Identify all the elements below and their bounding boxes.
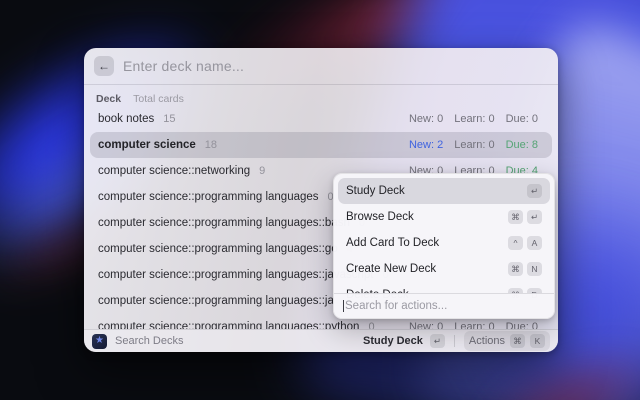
footer-primary-action[interactable]: Study Deck: [363, 335, 423, 347]
deck-total-cards: 0: [368, 321, 374, 329]
return-key-hint: ↵: [430, 334, 445, 348]
key-hint: ⌘: [508, 262, 523, 276]
anki-app-icon: ★: [92, 334, 107, 349]
actions-button[interactable]: Actions ⌘ K: [464, 331, 550, 351]
action-menu-item[interactable]: Add Card To Deck^A: [338, 230, 550, 256]
action-label: Browse Deck: [346, 211, 414, 223]
deck-name: computer science::programming languages:…: [98, 217, 350, 229]
action-search-bar[interactable]: Search for actions...: [334, 293, 554, 318]
deck-total-cards: 18: [205, 139, 217, 151]
stat-learn: Learn: 0: [454, 321, 494, 329]
stat-due: Due: 0: [506, 113, 538, 125]
shortcut-keys: ⌘↵: [508, 210, 542, 224]
deck-name: computer science::programming languages:…: [98, 243, 338, 255]
deck-name: computer science: [98, 139, 196, 151]
deck-name: computer science::networking: [98, 165, 250, 177]
stat-learn: Learn: 0: [454, 139, 494, 151]
key-hint: ↵: [527, 210, 542, 224]
column-header-total-cards: Total cards: [133, 93, 184, 105]
k-key-hint: K: [530, 334, 545, 348]
key-hint: N: [527, 262, 542, 276]
stat-new: New: 0: [409, 321, 443, 329]
stat-learn: Learn: 0: [454, 113, 494, 125]
key-hint: ^: [508, 236, 523, 250]
action-menu-item[interactable]: Create New Deck⌘N: [338, 256, 550, 282]
deck-name: computer science::programming languages:…: [98, 321, 359, 329]
footer-command-name: Search Decks: [115, 335, 183, 347]
stat-due: Due: 0: [506, 321, 538, 329]
key-hint: ↵: [527, 184, 542, 198]
deck-total-cards: 9: [259, 165, 265, 177]
text-cursor: [343, 300, 344, 312]
deck-stats: New: 0 Learn: 0 Due: 0: [409, 321, 538, 329]
column-header-deck: Deck: [96, 93, 121, 105]
cmd-key-hint: ⌘: [510, 334, 525, 348]
shortcut-keys: ⌘N: [508, 262, 542, 276]
action-menu-list: Study Deck↵Browse Deck⌘↵Add Card To Deck…: [338, 178, 550, 293]
action-label: Study Deck: [346, 185, 405, 197]
stat-new: New: 0: [409, 113, 443, 125]
status-bar: ★ Search Decks Study Deck ↵ Actions ⌘ K: [84, 329, 558, 352]
deck-total-cards: 15: [163, 113, 175, 125]
actions-label: Actions: [469, 335, 505, 347]
deck-name: book notes: [98, 113, 154, 125]
action-menu-item[interactable]: Study Deck ↵: [338, 178, 550, 204]
action-search-input[interactable]: Search for actions...: [345, 300, 447, 312]
back-button[interactable]: ←: [94, 56, 114, 76]
list-header: Deck Total cards: [84, 85, 558, 108]
launcher-window: ← Enter deck name... Deck Total cards bo…: [84, 48, 558, 352]
key-hint: ⌘: [508, 210, 523, 224]
action-label: Create New Deck: [346, 263, 436, 275]
deck-search-input[interactable]: Enter deck name...: [123, 58, 548, 74]
shortcut-keys: ^A: [508, 236, 542, 250]
deck-row[interactable]: computer science 18 New: 2 Learn: 0 Due: 8: [90, 132, 552, 158]
shortcut-keys: ↵: [527, 184, 542, 198]
deck-row[interactable]: book notes 15 New: 0 Learn: 0 Due: 0: [90, 106, 552, 132]
footer-divider: [454, 335, 455, 347]
deck-stats: New: 2 Learn: 0 Due: 8: [409, 139, 538, 151]
deck-name: computer science::programming languages: [98, 191, 319, 203]
star-icon: ★: [95, 336, 104, 346]
stat-due: Due: 8: [506, 139, 538, 151]
action-label: Add Card To Deck: [346, 237, 439, 249]
back-arrow-icon: ←: [98, 59, 110, 73]
key-hint: A: [527, 236, 542, 250]
deck-search-bar: ← Enter deck name...: [84, 48, 558, 85]
deck-stats: New: 0 Learn: 0 Due: 0: [409, 113, 538, 125]
stat-new: New: 2: [409, 139, 443, 151]
action-menu-popup: Study Deck↵Browse Deck⌘↵Add Card To Deck…: [333, 173, 555, 319]
action-menu-item[interactable]: Browse Deck⌘↵: [338, 204, 550, 230]
